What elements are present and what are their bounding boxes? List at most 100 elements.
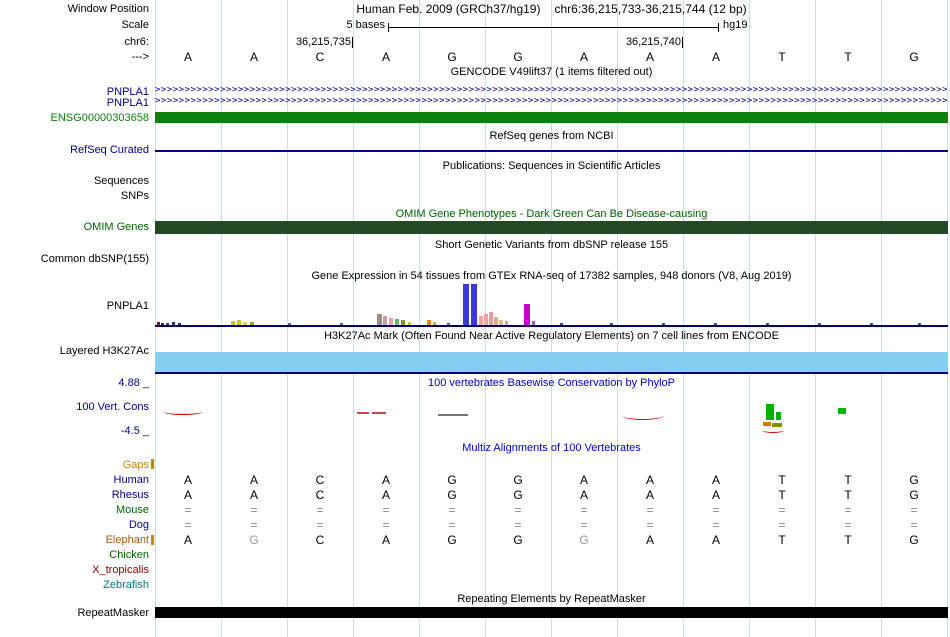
conservation-mark xyxy=(838,408,846,414)
snps-label[interactable]: SNPs xyxy=(0,190,152,203)
base-letter: A xyxy=(711,50,720,64)
phylop-scale-min: -4.5 _ xyxy=(120,425,149,437)
species-label-zebrafish[interactable]: Zebrafish xyxy=(0,579,152,592)
repeatmasker-bar[interactable] xyxy=(155,607,948,618)
gtex-expression-bar[interactable] xyxy=(489,312,493,325)
base-letter: A xyxy=(711,533,720,547)
base-letter: = xyxy=(382,518,390,532)
base-letter: = xyxy=(712,503,720,517)
scale-bar xyxy=(388,23,719,32)
refseq-track-title: RefSeq genes from NCBI xyxy=(489,130,614,142)
species-label-rhesus[interactable]: Rhesus xyxy=(0,489,152,502)
base-letter: A xyxy=(579,50,588,64)
omim-genes-label[interactable]: OMIM Genes xyxy=(0,221,152,234)
assembly-short: hg19 xyxy=(723,19,748,31)
base-letter: A xyxy=(579,473,588,487)
gtex-expression-bar[interactable] xyxy=(383,316,387,325)
gene-label-ensg[interactable]: ENSG00000303658 xyxy=(0,112,152,125)
base-letter: A xyxy=(249,473,258,487)
gtex-expression-bar[interactable] xyxy=(484,314,488,325)
gencode-track-title: GENCODE V49lift37 (1 items filtered out) xyxy=(450,66,653,78)
dbsnp-track-title: Short Genetic Variants from dbSNP releas… xyxy=(434,239,669,251)
base-letter: A xyxy=(711,488,720,502)
base-letter: A xyxy=(183,473,192,487)
repeatmasker-label[interactable]: RepeatMasker xyxy=(0,607,152,620)
base-letter: A xyxy=(711,473,720,487)
scale-label: Scale xyxy=(121,19,149,31)
base-letter: A xyxy=(579,488,588,502)
sequences-label[interactable]: Sequences xyxy=(0,175,152,188)
base-letter: = xyxy=(316,503,324,517)
base-letter: A xyxy=(249,488,258,502)
species-label-chicken[interactable]: Chicken xyxy=(0,549,152,562)
alignment-row-elephant: AGCAGGGAATTG xyxy=(155,533,947,548)
assembly-title: Human Feb. 2009 (GRCh37/hg19) xyxy=(356,2,541,16)
window-position-label: Window Position xyxy=(67,3,149,15)
conservation-mark xyxy=(372,412,386,414)
gtex-expression-bar[interactable] xyxy=(524,304,530,325)
species-label-mouse[interactable]: Mouse xyxy=(0,504,152,517)
chrom-label: chr6: xyxy=(124,36,149,48)
base-letter: A xyxy=(249,50,258,64)
base-letter: = xyxy=(778,503,786,517)
coordinate-tick xyxy=(352,37,353,48)
base-letter: = xyxy=(778,518,786,532)
base-letter: = xyxy=(844,518,852,532)
base-letter: G xyxy=(909,473,919,487)
gtex-expression-bar[interactable] xyxy=(494,317,498,325)
common-dbsnp-label[interactable]: Common dbSNP(155) xyxy=(0,253,152,266)
species-label-x_tropicalis[interactable]: X_tropicalis xyxy=(0,564,152,577)
refseq-curated-label[interactable]: RefSeq Curated xyxy=(0,144,152,157)
repeatmasker-track-title: Repeating Elements by RepeatMasker xyxy=(457,593,646,605)
species-label-dog[interactable]: Dog xyxy=(0,519,152,532)
alignment-row-mouse: = = = = = = = = = = = = xyxy=(155,503,947,518)
transcript-strand-arrows-2[interactable]: >>>>>>>>>>>>>>>>>>>>>>>>>>>>>>>>>>>>>>>>… xyxy=(155,96,947,107)
base-letter: A xyxy=(381,488,390,502)
base-letter: A xyxy=(381,50,390,64)
base-letter: T xyxy=(844,488,852,502)
ensg-gene-bar[interactable] xyxy=(155,112,948,123)
base-letter: = xyxy=(910,518,918,532)
base-letter: = xyxy=(844,503,852,517)
refseq-gene-line[interactable] xyxy=(155,150,948,152)
base-letter: T xyxy=(844,533,852,547)
base-letter-row: AACAGGAAATTG xyxy=(155,50,947,65)
base-letter: = xyxy=(184,503,192,517)
base-letter: = xyxy=(712,518,720,532)
base-letter: = xyxy=(448,503,456,517)
base-letter: G xyxy=(579,533,589,547)
gene-label-pnpla1-2[interactable]: PNPLA1 xyxy=(0,97,152,110)
omim-gene-bar[interactable] xyxy=(155,221,948,234)
gtex-expression-bar[interactable] xyxy=(479,316,483,325)
species-label-elephant[interactable]: Elephant xyxy=(0,534,152,547)
gtex-expression-track xyxy=(0,284,950,325)
position-range: chr6:36,215,733-36,215,744 (12 bp) xyxy=(554,2,747,16)
base-letter: C xyxy=(315,473,325,487)
base-letter: G xyxy=(513,50,523,64)
base-letter: = xyxy=(250,503,258,517)
conservation-mark xyxy=(622,411,664,420)
gtex-expression-bar[interactable] xyxy=(389,318,393,325)
base-letter: = xyxy=(580,518,588,532)
transcript-strand-arrows-1[interactable]: >>>>>>>>>>>>>>>>>>>>>>>>>>>>>>>>>>>>>>>>… xyxy=(155,85,947,96)
coordinate-label-left: 36,215,735 xyxy=(296,36,353,49)
coordinate-label-right: 36,215,740 xyxy=(626,36,683,49)
layered-h3k27ac-label[interactable]: Layered H3K27Ac xyxy=(0,345,152,358)
gtex-expression-bar[interactable] xyxy=(463,284,469,325)
base-letter: G xyxy=(909,533,919,547)
base-letter: A xyxy=(645,50,654,64)
base-letter: G xyxy=(447,50,457,64)
conservation-mark xyxy=(763,422,771,426)
base-letter: = xyxy=(184,518,192,532)
gtex-expression-bar[interactable] xyxy=(471,284,477,325)
base-letter: T xyxy=(844,50,852,64)
base-letter: = xyxy=(514,518,522,532)
strand-direction-label: ---> xyxy=(131,51,149,63)
h3k27ac-signal-bar[interactable] xyxy=(155,352,948,372)
alignment-row-rhesus: AACAGGAAATTG xyxy=(155,488,947,503)
species-label-human[interactable]: Human xyxy=(0,474,152,487)
gtex-expression-bar[interactable] xyxy=(377,314,382,325)
species-label-gaps[interactable]: Gaps xyxy=(0,459,152,472)
phylop-scale-max: 4.88 _ xyxy=(118,377,149,389)
phylop-track-title: 100 vertebrates Basewise Conservation by… xyxy=(427,377,676,389)
